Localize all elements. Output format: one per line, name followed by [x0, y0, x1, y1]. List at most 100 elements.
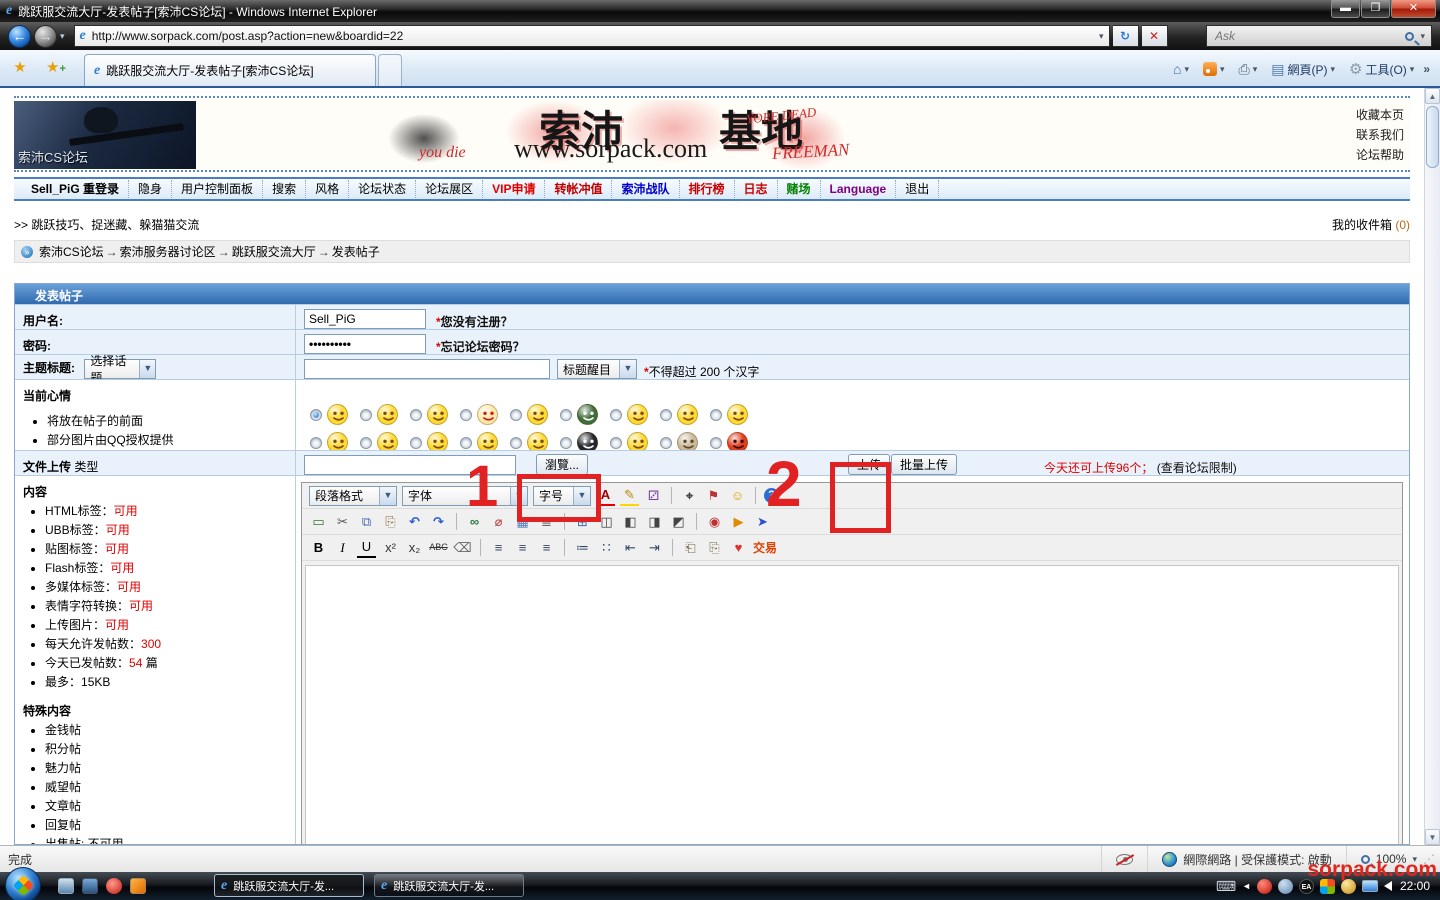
font-family-select[interactable]: 字体 ▼ [402, 486, 528, 506]
cut-icon[interactable]: ✂ [333, 512, 352, 532]
nav-menu-item[interactable]: 日志 [735, 180, 778, 198]
shocked-emoticon[interactable] [727, 404, 748, 425]
keyboard-tray-icon[interactable]: ⌨ [1216, 878, 1236, 895]
search-icon[interactable] [1405, 32, 1414, 41]
blush-emoticon[interactable] [427, 404, 448, 425]
mood-radio[interactable] [610, 409, 622, 421]
phishing-filter-indicator[interactable] [1101, 846, 1147, 872]
scroll-up-arrow[interactable]: ▲ [1425, 88, 1440, 104]
mood-radio[interactable] [410, 437, 422, 449]
ordered-list-icon[interactable]: ≔ [573, 538, 592, 558]
media-player-icon[interactable] [130, 878, 146, 894]
nav-menu-item[interactable]: 论坛展区 [416, 180, 483, 198]
subscript-icon[interactable]: x₂ [405, 538, 424, 558]
page-menu-button[interactable]: ▤網頁(P)▾ [1266, 61, 1340, 78]
smile-emoticon[interactable] [327, 404, 348, 425]
fullscreen-icon[interactable]: ▭ [309, 512, 328, 532]
security-alert-tray-icon[interactable] [1257, 879, 1272, 894]
mood-radio[interactable] [410, 409, 422, 421]
url-dropdown-icon[interactable]: ▾ [1099, 31, 1104, 42]
nav-menu-item[interactable]: 退出 [896, 180, 939, 198]
command-overflow-chevron[interactable]: » [1423, 62, 1430, 76]
show-desktop-icon[interactable] [82, 878, 98, 894]
my-inbox-link[interactable]: 我的收件箱 (0) [1332, 216, 1410, 233]
mood-radio[interactable] [660, 437, 672, 449]
contact-us-link[interactable]: 联系我们 [1356, 125, 1404, 145]
nav-menu-item[interactable]: 隐身 [129, 180, 172, 198]
nav-menu-item[interactable]: 风格 [306, 180, 349, 198]
outdent-icon[interactable]: ⇤ [621, 538, 640, 558]
feeds-dropdown-icon[interactable]: ▾ [1220, 64, 1225, 75]
align-right-icon[interactable]: ≡ [537, 538, 556, 558]
username-input[interactable] [304, 309, 426, 329]
mood-radio[interactable] [460, 437, 472, 449]
vertical-scrollbar[interactable]: ▲ ▼ [1424, 88, 1440, 845]
quote-doc-icon[interactable]: ⎗ [681, 538, 700, 558]
stop-button[interactable]: ✕ [1142, 25, 1168, 47]
password-input[interactable] [304, 334, 426, 354]
taskbar-window-button[interactable]: e跳跃服交流大厅-发... [214, 874, 364, 897]
new-tab-stub[interactable] [378, 54, 402, 86]
nav-menu-item[interactable]: 排行榜 [680, 180, 735, 198]
media-icon[interactable]: ▶ [729, 512, 748, 532]
mood-radio[interactable] [510, 437, 522, 449]
subject-input[interactable] [304, 359, 550, 379]
mood-radio[interactable] [310, 409, 322, 421]
search-dropdown-icon[interactable]: ▾ [1420, 31, 1425, 42]
nav-menu-item[interactable]: 搜索 [263, 180, 306, 198]
upload-type-label[interactable]: 类型 [74, 460, 98, 474]
italic-icon[interactable]: I [333, 538, 352, 558]
mood-radio[interactable] [360, 437, 372, 449]
page-dropdown-icon[interactable]: ▾ [1330, 64, 1335, 75]
mood-radio[interactable] [710, 437, 722, 449]
mood-radio[interactable] [560, 409, 572, 421]
split-cell-icon[interactable]: ◩ [669, 512, 688, 532]
recorder-app-icon[interactable] [106, 878, 122, 894]
add-favorite-icon[interactable]: ★+ [42, 55, 70, 81]
scrollbar-thumb[interactable] [1426, 106, 1439, 168]
color-wheel-icon[interactable]: ◉ [705, 512, 724, 532]
user-tray-icon[interactable] [1278, 879, 1293, 894]
sleepy-emoticon[interactable] [677, 404, 698, 425]
mood-radio[interactable] [560, 437, 572, 449]
minimize-button[interactable]: ▬ [1331, 0, 1360, 18]
redo-icon[interactable]: ↷ [429, 512, 448, 532]
favorite-page-link[interactable]: 收藏本页 [1356, 105, 1404, 125]
mood-radio[interactable] [510, 409, 522, 421]
underline-icon[interactable]: U [357, 538, 376, 558]
emoticon-picker-icon[interactable]: ☺ [728, 486, 747, 506]
indent-icon[interactable]: ⇥ [645, 538, 664, 558]
eraser-icon[interactable]: ⌫ [453, 538, 472, 558]
mood-radio[interactable] [360, 409, 372, 421]
browser-tab[interactable]: e 跳跃服交流大厅-发表帖子[索沛CS论坛] [84, 54, 376, 86]
breadcrumb-link[interactable]: 跳跃服交流大厅 [232, 245, 316, 259]
switch-windows-icon[interactable] [58, 878, 74, 894]
url-text[interactable]: http://www.sorpack.com/post.asp?action=n… [92, 29, 1093, 43]
unordered-list-icon[interactable]: ∷ [597, 538, 616, 558]
trade-button-label[interactable]: 交易 [753, 539, 777, 556]
surprised-tongue-emoticon[interactable] [627, 404, 648, 425]
volume-tray-icon[interactable] [1384, 881, 1392, 891]
nav-menu-item[interactable]: 用户控制面板 [172, 180, 263, 198]
trade-heart-icon[interactable]: ♥ [729, 538, 748, 558]
undo-icon[interactable]: ↶ [405, 512, 424, 532]
window-title-bar[interactable]: e 跳跃服交流大厅-发表帖子[索沛CS论坛] - Windows Interne… [0, 0, 1440, 22]
paste-icon[interactable]: ⎘ [381, 512, 400, 532]
cover-mouth-emoticon[interactable] [377, 404, 398, 425]
username-hint[interactable]: 您没有注册？ [441, 315, 513, 329]
forward-button[interactable]: → [34, 25, 57, 48]
taskbar-window-button[interactable]: e跳跃服交流大厅-发... [374, 874, 524, 897]
favorites-star-icon[interactable]: ★ [6, 55, 34, 81]
url-field[interactable]: e http://www.sorpack.com/post.asp?action… [74, 25, 1110, 47]
title-style-select[interactable]: 标题醒目 ▼ [557, 359, 637, 379]
paragraph-format-select[interactable]: 段落格式 ▼ [309, 486, 397, 506]
align-left-icon[interactable]: ≡ [489, 538, 508, 558]
nav-menu-item[interactable]: 论坛状态 [349, 180, 416, 198]
breadcrumb-link[interactable]: 索沛CS论坛 [39, 245, 104, 259]
merge-cell-icon[interactable]: ◨ [645, 512, 664, 532]
post-body-textarea[interactable] [305, 565, 1399, 845]
mood-radio[interactable] [710, 409, 722, 421]
refresh-button[interactable]: ↻ [1113, 25, 1139, 47]
forum-help-link[interactable]: 论坛帮助 [1356, 145, 1404, 165]
align-center-icon[interactable]: ≡ [513, 538, 532, 558]
